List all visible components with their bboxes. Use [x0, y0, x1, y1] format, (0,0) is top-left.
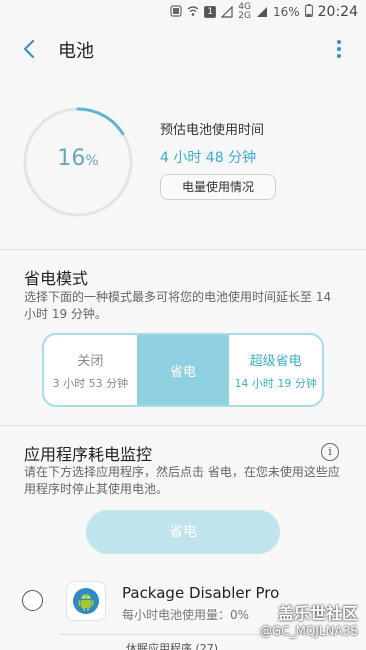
clock: 20:24: [317, 4, 358, 20]
app-usage: 每小时电池使用量：0%: [122, 608, 250, 622]
status-icons: 1 4G 2G 16% 20:24: [170, 3, 358, 21]
mode-label: 关闭: [77, 353, 104, 369]
mode-option-ultra-power-saving[interactable]: 超级省电 14 小时 19 分钟: [229, 335, 322, 405]
mode-option-power-saving[interactable]: 省电: [136, 335, 230, 405]
save-power-button[interactable]: 省电: [86, 510, 280, 554]
sim-indicator: 1: [204, 6, 217, 18]
estimate-value: 4 小时 48 分钟: [160, 150, 257, 166]
estimate-label: 预估电池使用时间: [160, 123, 265, 138]
mode-label: 省电: [170, 364, 197, 380]
app-select-radio[interactable]: [22, 590, 43, 611]
mode-option-off[interactable]: 关闭 3 小时 53 分钟: [44, 335, 137, 405]
battery-level-unit: %: [85, 153, 99, 169]
network-type-label: 4G 2G: [238, 2, 251, 21]
more-dot-icon: [337, 54, 341, 58]
app-monitor-title: 应用程序耗电监控: [24, 445, 153, 464]
sleeping-apps-header[interactable]: 休眠应用程序 (27): [126, 640, 218, 650]
battery-summary: 16% 预估电池使用时间 4 小时 48 分钟 电量使用情况: [0, 74, 366, 249]
mode-time: 14 小时 19 分钟: [234, 376, 317, 390]
more-dot-icon: [337, 40, 341, 44]
battery-usage-button[interactable]: 电量使用情况: [160, 174, 276, 200]
power-mode-title: 省电模式: [24, 269, 89, 288]
watermark-logo: 盖乐世社区: [277, 604, 358, 623]
app-name: Package Disabler Pro: [122, 584, 280, 602]
battery-level-label: 16%: [22, 146, 134, 171]
info-icon[interactable]: i: [321, 443, 339, 461]
app-monitor-description: 请在下方选择应用程序，然后点击 省电，在您未使用这些应用程序时停止其使用电池。: [24, 465, 340, 496]
back-button[interactable]: [16, 35, 42, 63]
signal-icon: [221, 6, 233, 18]
notification-icon: [170, 4, 182, 20]
mode-time: 3 小时 53 分钟: [52, 376, 129, 390]
battery-percent: 16%: [272, 5, 300, 19]
status-bar: 1 4G 2G 16% 20:24: [0, 0, 366, 24]
more-dot-icon: [337, 47, 341, 51]
page-title: 电池: [58, 41, 94, 62]
wifi-calling-icon: [187, 5, 199, 20]
battery-icon: [304, 4, 313, 20]
battery-level-value: 16: [57, 146, 86, 171]
power-mode-selector: 关闭 3 小时 53 分钟 省电 超级省电 14 小时 19 分钟: [42, 333, 324, 407]
package-disabler-app-icon: [66, 581, 106, 621]
watermark-handle: @GC_MQJLNA3S: [259, 624, 358, 638]
power-mode-description: 选择下面的一种模式最多可将您的电池使用时间延长至 14 小时 19 分钟。: [24, 290, 332, 321]
section-divider: [0, 425, 366, 426]
mode-label: 超级省电: [249, 353, 302, 369]
back-arrow-icon: [23, 39, 35, 59]
android-robot-icon: [73, 588, 99, 614]
more-options-button[interactable]: [332, 37, 346, 61]
app-bar: 电池: [0, 24, 366, 74]
section-divider: [0, 249, 366, 250]
signal-icon-2: [256, 6, 268, 18]
